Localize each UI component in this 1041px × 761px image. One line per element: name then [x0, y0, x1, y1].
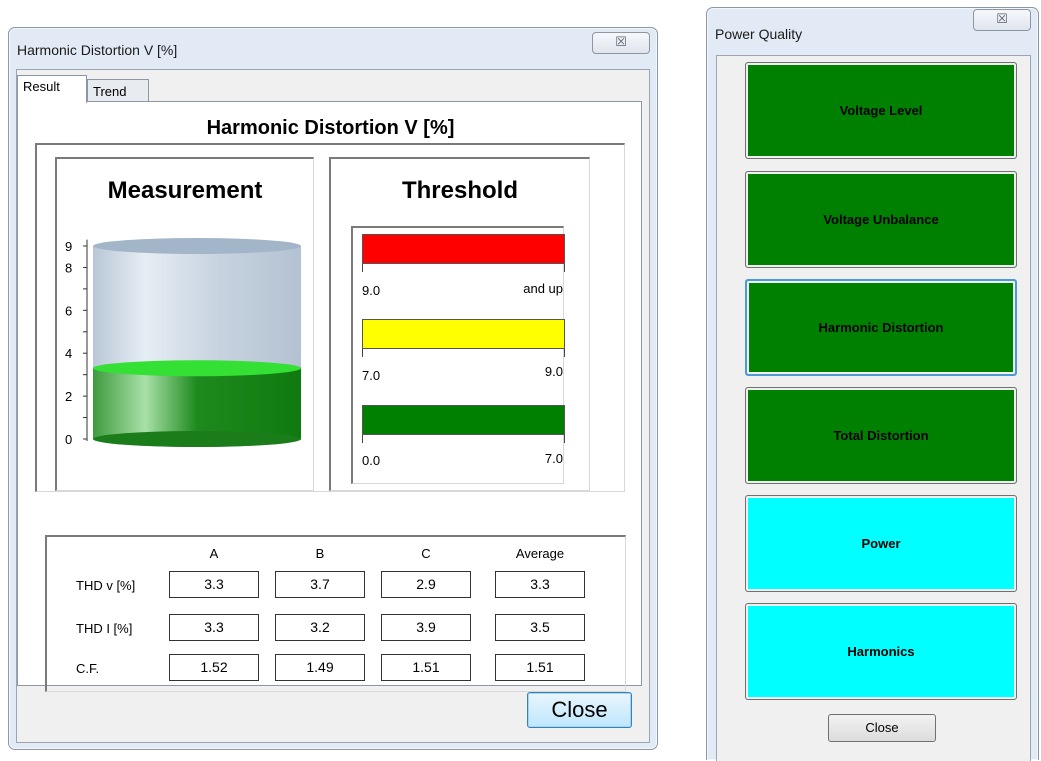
threshold-panel: Threshold 9.0 and up 7.0 9.0 0.0 7.0 [329, 157, 590, 491]
cell-thd-v-average: 3.3 [495, 571, 585, 598]
threshold-band-red [362, 234, 565, 264]
axis-tick-label: 8 [65, 260, 72, 275]
column-header-average: Average [515, 546, 565, 561]
row-label-thd-v: THD v [%] [76, 578, 136, 593]
close-button[interactable]: Close [828, 714, 936, 742]
tick [564, 264, 565, 272]
tick [564, 435, 565, 443]
cylinder [93, 238, 301, 447]
threshold-yellow-low: 7.0 [362, 368, 381, 383]
cell-thd-v-a: 3.3 [169, 571, 259, 598]
axis-tick-label: 6 [65, 303, 72, 318]
column-header-a: A [209, 546, 219, 561]
threshold-yellow-high: 9.0 [544, 364, 563, 379]
power-button[interactable]: Power [745, 495, 1017, 592]
window-client-area: Result Trend Harmonic Distortion V [%] M… [16, 69, 650, 743]
cylinder-liquid [93, 368, 301, 439]
window-close-button[interactable]: ☒ [592, 32, 650, 54]
tab-result[interactable]: Result [17, 75, 87, 103]
tick [362, 264, 363, 272]
cell-cf-average: 1.51 [495, 654, 585, 681]
cell-thd-v-b: 3.7 [275, 571, 365, 598]
voltage-unbalance-button[interactable]: Voltage Unbalance [745, 171, 1017, 268]
column-header-b: B [315, 546, 325, 561]
cell-thd-i-average: 3.5 [495, 614, 585, 641]
threshold-band-yellow [362, 319, 565, 349]
cell-thd-i-c: 3.9 [381, 614, 471, 641]
button-label: Voltage Level [839, 103, 923, 118]
total-distortion-button[interactable]: Total Distortion [745, 387, 1017, 484]
threshold-red-low: 9.0 [362, 283, 381, 298]
power-quality-window: Power Quality ☒ Voltage Level Voltage Un… [706, 7, 1039, 761]
axis-tick-label: 9 [65, 239, 72, 254]
threshold-green-high: 7.0 [544, 451, 563, 466]
close-button[interactable]: Close [527, 692, 632, 728]
cell-cf-c: 1.51 [381, 654, 471, 681]
measurement-cylinder-gauge: 9 8 6 4 2 0 [65, 238, 301, 447]
tick [564, 349, 565, 357]
cylinder-liquid-top [93, 360, 301, 377]
values-table-group: A B C Average THD v [%] 3.3 3.7 2.9 3.3 … [45, 535, 626, 692]
threshold-box: 9.0 and up 7.0 9.0 0.0 7.0 [351, 226, 565, 484]
row-label-cf: C.F. [76, 661, 100, 676]
cell-cf-b: 1.49 [275, 654, 365, 681]
measurement-axis: 9 8 6 4 2 0 [65, 239, 88, 447]
threshold-band-green [362, 405, 565, 435]
cylinder-top [93, 238, 301, 254]
window-client-area: Voltage Level Voltage Unbalance Harmonic… [716, 55, 1031, 761]
measurement-title: Measurement [107, 177, 263, 204]
cell-thd-v-c: 2.9 [381, 571, 471, 598]
column-header-c: C [421, 546, 431, 561]
tick [362, 435, 363, 443]
axis-tick-label: 4 [65, 346, 72, 361]
window-title: Harmonic Distortion V [%] [17, 42, 178, 58]
measurement-panel: Measurement 9 8 6 4 2 0 [55, 157, 314, 491]
button-label: Power [861, 536, 901, 551]
threshold-title: Threshold [401, 177, 518, 204]
panel-title: Harmonic Distortion V [%] [206, 117, 455, 139]
harmonics-button[interactable]: Harmonics [745, 603, 1017, 700]
voltage-level-button[interactable]: Voltage Level [745, 62, 1017, 159]
button-label: Harmonic Distortion [818, 320, 944, 335]
cell-cf-a: 1.52 [169, 654, 259, 681]
threshold-green-low: 0.0 [362, 453, 381, 468]
axis-tick-label: 2 [65, 389, 72, 404]
harmonic-distortion-button[interactable]: Harmonic Distortion [745, 279, 1017, 376]
threshold-red-high: and up [523, 281, 563, 296]
window-title: Power Quality [715, 26, 803, 42]
button-label: Voltage Unbalance [823, 212, 939, 227]
row-label-thd-i: THD I [%] [76, 621, 133, 636]
result-tab-panel: Harmonic Distortion V [%] Measurement 9 … [17, 101, 642, 692]
cylinder-liquid-bottom [93, 431, 301, 447]
window-close-button[interactable]: ☒ [973, 9, 1031, 31]
cell-thd-i-b: 3.2 [275, 614, 365, 641]
harmonic-distortion-window: Harmonic Distortion V [%] ☒ Result Trend… [8, 27, 658, 750]
button-label: Harmonics [847, 644, 915, 659]
tick [362, 349, 363, 357]
axis-tick-label: 0 [65, 432, 72, 447]
cell-thd-i-a: 3.3 [169, 614, 259, 641]
tab-trend[interactable]: Trend [87, 79, 149, 103]
button-label: Total Distortion [833, 428, 929, 443]
